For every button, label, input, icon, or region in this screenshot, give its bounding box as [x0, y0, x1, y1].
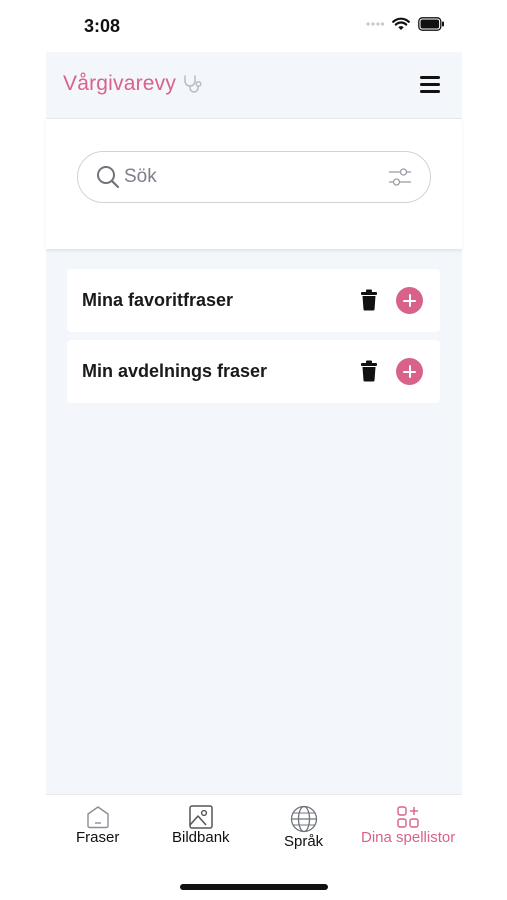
page-title: Vårgivarevy	[63, 72, 177, 95]
trash-icon[interactable]	[360, 289, 378, 311]
hamburger-menu-icon	[420, 76, 440, 79]
playlist-grid-icon	[397, 806, 419, 828]
brand: Vårgivarevy	[63, 72, 204, 96]
globe-icon	[290, 805, 317, 833]
tab-fraser[interactable]: Fraser	[76, 805, 119, 846]
tab-label: Språk	[284, 833, 324, 850]
battery-icon	[418, 17, 444, 31]
image-icon	[189, 805, 213, 829]
menu-button[interactable]	[420, 76, 442, 94]
hamburger-line	[420, 90, 440, 93]
app-screen: 3:08 Vårgivarevy Sök Mina favoritfraser …	[0, 0, 507, 900]
app-header: Vårgivarevy	[46, 52, 462, 119]
signal-dots-icon	[366, 22, 384, 26]
search-box[interactable]	[77, 151, 431, 203]
add-button[interactable]	[396, 287, 423, 314]
tab-dina-spellistor[interactable]: Dina spellistor	[361, 805, 455, 846]
tab-bildbank[interactable]: Bildbank	[172, 805, 230, 846]
add-button[interactable]	[396, 358, 423, 385]
home-icon	[86, 806, 109, 829]
stethoscope-icon	[184, 75, 202, 93]
list-item[interactable]: Min avdelnings fraser	[67, 340, 440, 403]
app-content: Vårgivarevy Sök Mina favoritfraser Min a…	[46, 52, 462, 794]
search-input[interactable]	[124, 165, 374, 189]
wifi-icon	[392, 17, 410, 30]
search-section	[46, 119, 462, 249]
hamburger-line	[420, 83, 440, 86]
tab-sprak[interactable]: Språk	[284, 805, 323, 850]
home-indicator[interactable]	[180, 884, 328, 890]
playlist-list: Mina favoritfraser Min avdelnings fraser	[67, 269, 440, 411]
search-icon	[97, 166, 120, 189]
bottom-tab-bar: Fraser Bildbank Språk Dina spellistor	[46, 794, 462, 865]
playlist-label: Min avdelnings fraser	[82, 361, 268, 381]
trash-icon[interactable]	[360, 360, 378, 382]
tab-label: Fraser	[76, 829, 120, 846]
status-bar: 3:08	[0, 0, 507, 52]
list-item[interactable]: Mina favoritfraser	[67, 269, 440, 332]
status-time: 3:08	[84, 16, 121, 36]
tab-label: Dina spellistor	[361, 829, 456, 846]
playlist-label: Mina favoritfraser	[82, 290, 234, 310]
filter-sliders-icon[interactable]	[388, 166, 412, 188]
status-icons	[366, 17, 445, 31]
tab-label: Bildbank	[172, 829, 230, 846]
